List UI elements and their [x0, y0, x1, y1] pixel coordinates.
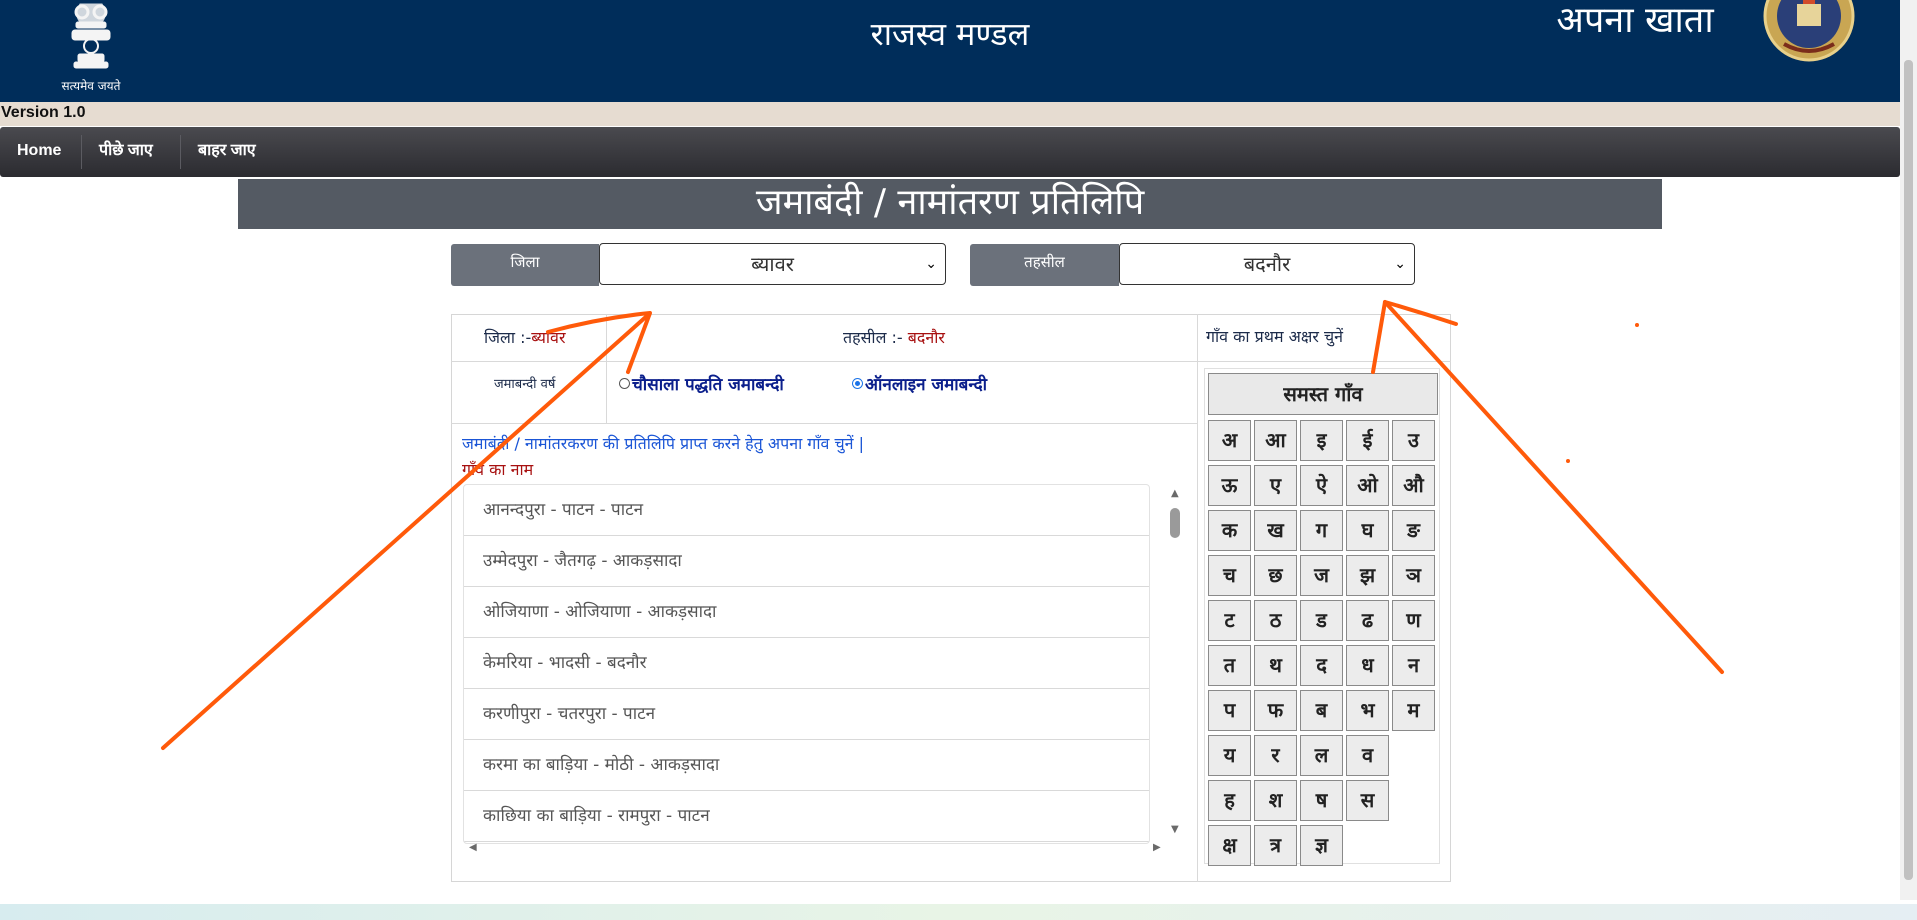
annotation-arrows: [161, 300, 1724, 750]
page-scroll-thumb[interactable]: [1904, 60, 1913, 880]
taskbar-strip: [0, 904, 1917, 920]
page-scrollbar[interactable]: [1900, 0, 1917, 900]
arrow-to-tehsil-icon: [1383, 300, 1724, 674]
annotation-dot: [1635, 323, 1639, 327]
arrow-to-district-icon: [161, 313, 650, 750]
annotation-dot: [1566, 459, 1570, 463]
arrow-to-district-icon: [546, 311, 652, 374]
